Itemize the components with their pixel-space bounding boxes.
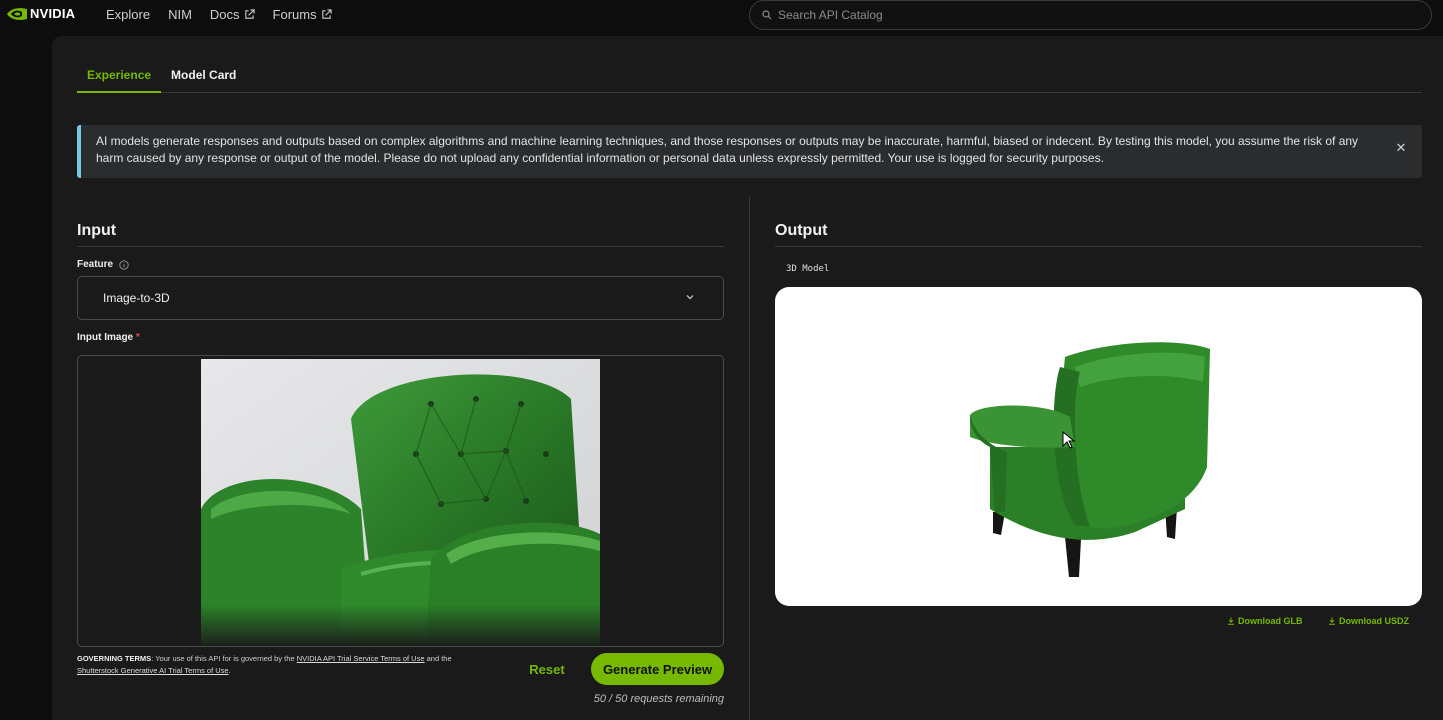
input-image-green-armchair (201, 359, 600, 646)
input-image-label: Input Image * (77, 332, 140, 343)
disclaimer-notice: AI models generate responses and outputs… (77, 125, 1422, 178)
generate-preview-button[interactable]: Generate Preview (591, 653, 724, 685)
search-input[interactable] (778, 8, 1378, 22)
tab-model-card[interactable]: Model Card (161, 66, 246, 93)
requests-remaining: 50 / 50 requests remaining (593, 693, 724, 705)
nav-forums-label: Forums (272, 7, 317, 22)
download-glb-label: Download GLB (1238, 616, 1303, 626)
download-glb-link[interactable]: Download GLB (1227, 616, 1303, 626)
shutterstock-terms-link[interactable]: Shutterstock Generative AI Trial Terms o… (77, 666, 229, 675)
column-divider (749, 196, 750, 720)
output-title-rule (775, 246, 1422, 247)
external-link-icon (244, 9, 255, 19)
nav-forums[interactable]: Forums (273, 7, 332, 22)
input-title: Input (77, 222, 117, 239)
nvidia-logo[interactable]: NVIDIA (7, 6, 75, 21)
nav-nim[interactable]: NIM (168, 7, 192, 22)
model-label: 3D Model (786, 264, 830, 274)
download-usdz-label: Download USDZ (1339, 616, 1409, 626)
required-mark: * (135, 332, 140, 343)
main-nav: Explore NIM Docs Forums (106, 7, 332, 22)
reset-button[interactable]: Reset (522, 659, 572, 679)
external-link-icon (321, 9, 332, 19)
3d-model-viewer[interactable] (775, 287, 1422, 606)
input-image-dropzone[interactable] (77, 355, 724, 647)
output-title: Output (775, 222, 828, 239)
chevron-down-icon (686, 295, 694, 300)
disclaimer-text: AI models generate responses and outputs… (96, 134, 1359, 165)
nvidia-eye-icon (7, 7, 27, 20)
governing-terms: GOVERNING TERMS: Your use of this API fo… (77, 653, 507, 677)
nav-docs-label: Docs (209, 7, 240, 22)
governing-terms-text: : Your use of this API for is governed b… (151, 654, 297, 663)
nav-explore[interactable]: Explore (106, 7, 150, 22)
main-panel: Experience Model Card AI models generate… (52, 36, 1443, 720)
top-navigation-bar: NVIDIA Explore NIM Docs Forums (0, 0, 1443, 36)
governing-terms-text-2: and the (424, 654, 452, 663)
tab-bar: Experience Model Card (77, 66, 1422, 93)
search-bar[interactable] (749, 0, 1432, 30)
governing-terms-heading: GOVERNING TERMS (77, 654, 152, 663)
nav-nim-label: NIM (168, 7, 192, 22)
brand-name: NVIDIA (30, 6, 76, 21)
governing-terms-end: . (228, 666, 231, 675)
feature-select-value: Image-to-3D (103, 291, 170, 305)
download-usdz-link[interactable]: Download USDZ (1328, 616, 1409, 626)
input-image-label-text: Input Image (77, 332, 134, 343)
feature-label-text: Feature (77, 259, 114, 270)
input-title-rule (77, 246, 724, 247)
feature-label: Feature (77, 259, 129, 270)
search-icon (762, 10, 772, 20)
close-icon[interactable]: ✕ (1394, 141, 1408, 155)
nvidia-terms-link[interactable]: NVIDIA API Trial Service Terms of Use (297, 654, 425, 663)
tab-experience[interactable]: Experience (77, 66, 162, 93)
3d-chair-model (970, 342, 1210, 577)
feature-select[interactable]: Image-to-3D (77, 276, 724, 320)
nav-explore-label: Explore (106, 7, 151, 22)
info-icon[interactable] (119, 259, 129, 270)
download-icon (1228, 617, 1234, 625)
nav-docs[interactable]: Docs (210, 7, 255, 22)
download-icon (1329, 617, 1335, 625)
